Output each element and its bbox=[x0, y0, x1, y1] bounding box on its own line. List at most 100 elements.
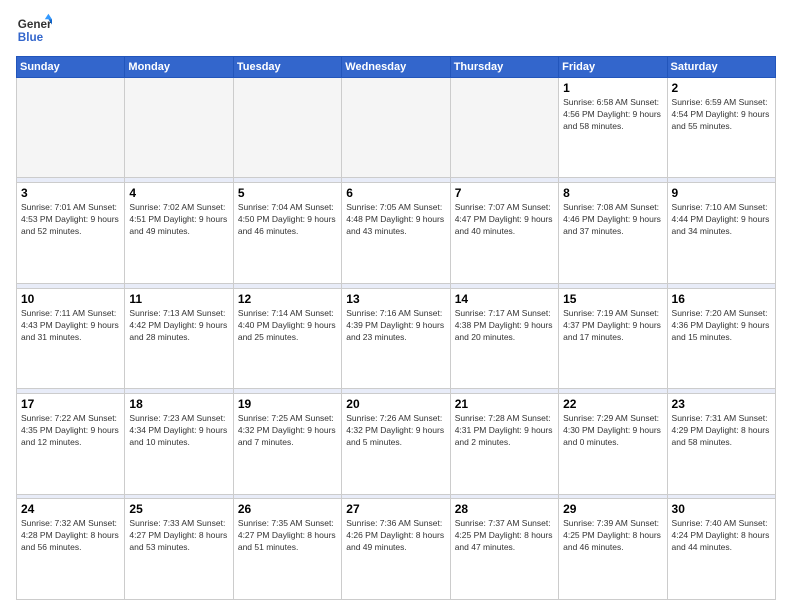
svg-text:Blue: Blue bbox=[18, 31, 44, 44]
day-info: Sunrise: 7:37 AM Sunset: 4:25 PM Dayligh… bbox=[455, 518, 554, 554]
day-info: Sunrise: 7:29 AM Sunset: 4:30 PM Dayligh… bbox=[563, 413, 662, 449]
day-cell: 15 Sunrise: 7:19 AM Sunset: 4:37 PM Dayli… bbox=[559, 288, 667, 388]
logo: General Blue bbox=[16, 12, 52, 48]
day-cell: 2 Sunrise: 6:59 AM Sunset: 4:54 PM Daylig… bbox=[667, 78, 775, 178]
day-info: Sunrise: 7:26 AM Sunset: 4:32 PM Dayligh… bbox=[346, 413, 445, 449]
day-info: Sunrise: 7:25 AM Sunset: 4:32 PM Dayligh… bbox=[238, 413, 337, 449]
day-cell: 17 Sunrise: 7:22 AM Sunset: 4:35 PM Dayli… bbox=[17, 394, 125, 494]
week-row-3: 10Sunrise: 7:11 AM Sunset: 4:43 PM Dayli… bbox=[17, 288, 776, 388]
col-header-friday: Friday bbox=[559, 57, 667, 78]
day-cell: 29Sunrise: 7:39 AM Sunset: 4:25 PM Dayli… bbox=[559, 499, 667, 600]
day-info: Sunrise: 7:19 AM Sunset: 4:37 PM Dayligh… bbox=[563, 308, 662, 344]
day-number: 23 bbox=[672, 397, 771, 411]
day-number: 15 bbox=[563, 292, 662, 306]
day-cell: 24Sunrise: 7:32 AM Sunset: 4:28 PM Dayli… bbox=[17, 499, 125, 600]
col-header-saturday: Saturday bbox=[667, 57, 775, 78]
day-info: Sunrise: 7:04 AM Sunset: 4:50 PM Dayligh… bbox=[238, 202, 337, 238]
day-info: Sunrise: 7:17 AM Sunset: 4:38 PM Dayligh… bbox=[455, 308, 554, 344]
svg-text:General: General bbox=[18, 18, 52, 31]
day-info: Sunrise: 7:35 AM Sunset: 4:27 PM Dayligh… bbox=[238, 518, 337, 554]
day-number: 28 bbox=[455, 502, 554, 516]
day-info: Sunrise: 7:28 AM Sunset: 4:31 PM Dayligh… bbox=[455, 413, 554, 449]
day-number: 18 bbox=[129, 397, 228, 411]
day-number: 20 bbox=[346, 397, 445, 411]
day-info: Sunrise: 7:14 AM Sunset: 4:40 PM Dayligh… bbox=[238, 308, 337, 344]
header: General Blue bbox=[16, 12, 776, 48]
day-cell: 14 Sunrise: 7:17 AM Sunset: 4:38 PM Dayli… bbox=[450, 288, 558, 388]
day-cell: 19 Sunrise: 7:25 AM Sunset: 4:32 PM Dayli… bbox=[233, 394, 341, 494]
day-number: 21 bbox=[455, 397, 554, 411]
day-info: Sunrise: 7:23 AM Sunset: 4:34 PM Dayligh… bbox=[129, 413, 228, 449]
day-number: 16 bbox=[672, 292, 771, 306]
day-number: 1 bbox=[563, 81, 662, 95]
day-number: 17 bbox=[21, 397, 120, 411]
col-header-thursday: Thursday bbox=[450, 57, 558, 78]
day-cell bbox=[17, 78, 125, 178]
day-cell: 25Sunrise: 7:33 AM Sunset: 4:27 PM Dayli… bbox=[125, 499, 233, 600]
day-number: 5 bbox=[238, 186, 337, 200]
day-number: 19 bbox=[238, 397, 337, 411]
day-info: Sunrise: 6:58 AM Sunset: 4:56 PM Dayligh… bbox=[563, 97, 662, 133]
day-cell: 9Sunrise: 7:10 AM Sunset: 4:44 PM Daylig… bbox=[667, 183, 775, 283]
day-cell: 27 Sunrise: 7:36 AM Sunset: 4:26 PM Dayli… bbox=[342, 499, 450, 600]
day-cell: 28 Sunrise: 7:37 AM Sunset: 4:25 PM Dayli… bbox=[450, 499, 558, 600]
day-info: Sunrise: 7:36 AM Sunset: 4:26 PM Dayligh… bbox=[346, 518, 445, 554]
day-number: 25 bbox=[129, 502, 228, 516]
day-info: Sunrise: 7:20 AM Sunset: 4:36 PM Dayligh… bbox=[672, 308, 771, 344]
day-number: 12 bbox=[238, 292, 337, 306]
day-number: 7 bbox=[455, 186, 554, 200]
day-info: Sunrise: 7:22 AM Sunset: 4:35 PM Dayligh… bbox=[21, 413, 120, 449]
day-cell: 11 Sunrise: 7:13 AM Sunset: 4:42 PM Dayli… bbox=[125, 288, 233, 388]
day-number: 26 bbox=[238, 502, 337, 516]
calendar-header-row: SundayMondayTuesdayWednesdayThursdayFrid… bbox=[17, 57, 776, 78]
day-info: Sunrise: 7:02 AM Sunset: 4:51 PM Dayligh… bbox=[129, 202, 228, 238]
day-number: 9 bbox=[672, 186, 771, 200]
day-info: Sunrise: 7:39 AM Sunset: 4:25 PM Dayligh… bbox=[563, 518, 662, 554]
day-info: Sunrise: 7:31 AM Sunset: 4:29 PM Dayligh… bbox=[672, 413, 771, 449]
day-cell: 3 Sunrise: 7:01 AM Sunset: 4:53 PM Daylig… bbox=[17, 183, 125, 283]
day-info: Sunrise: 7:11 AM Sunset: 4:43 PM Dayligh… bbox=[21, 308, 120, 344]
day-info: Sunrise: 7:05 AM Sunset: 4:48 PM Dayligh… bbox=[346, 202, 445, 238]
day-cell: 8Sunrise: 7:08 AM Sunset: 4:46 PM Daylig… bbox=[559, 183, 667, 283]
day-cell: 23 Sunrise: 7:31 AM Sunset: 4:29 PM Dayli… bbox=[667, 394, 775, 494]
calendar: SundayMondayTuesdayWednesdayThursdayFrid… bbox=[16, 56, 776, 600]
day-cell bbox=[233, 78, 341, 178]
day-cell: 12 Sunrise: 7:14 AM Sunset: 4:40 PM Dayli… bbox=[233, 288, 341, 388]
day-number: 13 bbox=[346, 292, 445, 306]
day-cell: 4 Sunrise: 7:02 AM Sunset: 4:51 PM Daylig… bbox=[125, 183, 233, 283]
col-header-wednesday: Wednesday bbox=[342, 57, 450, 78]
week-row-4: 17 Sunrise: 7:22 AM Sunset: 4:35 PM Dayli… bbox=[17, 394, 776, 494]
day-info: Sunrise: 7:01 AM Sunset: 4:53 PM Dayligh… bbox=[21, 202, 120, 238]
day-info: Sunrise: 7:40 AM Sunset: 4:24 PM Dayligh… bbox=[672, 518, 771, 554]
logo-icon: General Blue bbox=[16, 12, 52, 48]
day-number: 4 bbox=[129, 186, 228, 200]
week-row-2: 3 Sunrise: 7:01 AM Sunset: 4:53 PM Daylig… bbox=[17, 183, 776, 283]
day-cell bbox=[342, 78, 450, 178]
day-cell: 22 Sunrise: 7:29 AM Sunset: 4:30 PM Dayli… bbox=[559, 394, 667, 494]
day-info: Sunrise: 7:13 AM Sunset: 4:42 PM Dayligh… bbox=[129, 308, 228, 344]
col-header-sunday: Sunday bbox=[17, 57, 125, 78]
day-number: 27 bbox=[346, 502, 445, 516]
week-row-1: 1 Sunrise: 6:58 AM Sunset: 4:56 PM Daylig… bbox=[17, 78, 776, 178]
day-number: 22 bbox=[563, 397, 662, 411]
col-header-monday: Monday bbox=[125, 57, 233, 78]
page: General Blue SundayMondayTuesdayWednesda… bbox=[0, 0, 792, 612]
day-number: 30 bbox=[672, 502, 771, 516]
col-header-tuesday: Tuesday bbox=[233, 57, 341, 78]
day-info: Sunrise: 7:07 AM Sunset: 4:47 PM Dayligh… bbox=[455, 202, 554, 238]
day-cell: 5 Sunrise: 7:04 AM Sunset: 4:50 PM Daylig… bbox=[233, 183, 341, 283]
day-number: 6 bbox=[346, 186, 445, 200]
day-info: Sunrise: 6:59 AM Sunset: 4:54 PM Dayligh… bbox=[672, 97, 771, 133]
day-number: 8 bbox=[563, 186, 662, 200]
day-cell: 10Sunrise: 7:11 AM Sunset: 4:43 PM Dayli… bbox=[17, 288, 125, 388]
day-number: 14 bbox=[455, 292, 554, 306]
day-cell: 18 Sunrise: 7:23 AM Sunset: 4:34 PM Dayli… bbox=[125, 394, 233, 494]
day-cell: 16 Sunrise: 7:20 AM Sunset: 4:36 PM Dayli… bbox=[667, 288, 775, 388]
day-cell: 1 Sunrise: 6:58 AM Sunset: 4:56 PM Daylig… bbox=[559, 78, 667, 178]
day-number: 2 bbox=[672, 81, 771, 95]
day-info: Sunrise: 7:32 AM Sunset: 4:28 PM Dayligh… bbox=[21, 518, 120, 554]
day-cell bbox=[125, 78, 233, 178]
day-number: 11 bbox=[129, 292, 228, 306]
day-number: 3 bbox=[21, 186, 120, 200]
day-cell: 13Sunrise: 7:16 AM Sunset: 4:39 PM Dayli… bbox=[342, 288, 450, 388]
